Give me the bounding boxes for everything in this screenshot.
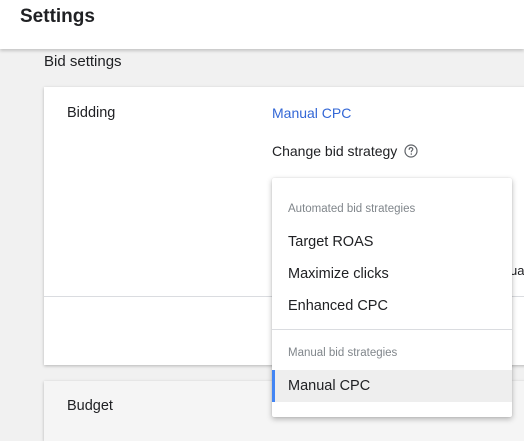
app-header: Settings <box>0 0 524 49</box>
section-title: Bid settings <box>44 53 122 70</box>
change-bid-strategy-link[interactable]: Change bid strategy <box>272 143 418 159</box>
menu-item-manual-cpc[interactable]: Manual CPC <box>272 370 512 402</box>
menu-item-maximize-clicks[interactable]: Maximize clicks <box>272 258 512 290</box>
bidding-label: Bidding <box>67 105 116 121</box>
menu-divider <box>272 329 512 330</box>
budget-label: Budget <box>67 398 113 414</box>
page-title: Settings <box>20 6 95 27</box>
current-bid-strategy[interactable]: Manual CPC <box>272 105 351 121</box>
menu-item-enhanced-cpc[interactable]: Enhanced CPC <box>272 290 512 322</box>
bid-strategy-dropdown: Automated bid strategies Target ROAS Max… <box>272 178 512 417</box>
partially-hidden-text: ual <box>510 263 524 278</box>
automated-strategies-header: Automated bid strategies <box>288 203 416 215</box>
change-bid-strategy-label: Change bid strategy <box>272 143 398 159</box>
help-circle-icon[interactable] <box>404 144 418 158</box>
menu-item-target-roas[interactable]: Target ROAS <box>272 226 512 258</box>
manual-strategies-header: Manual bid strategies <box>288 347 398 359</box>
